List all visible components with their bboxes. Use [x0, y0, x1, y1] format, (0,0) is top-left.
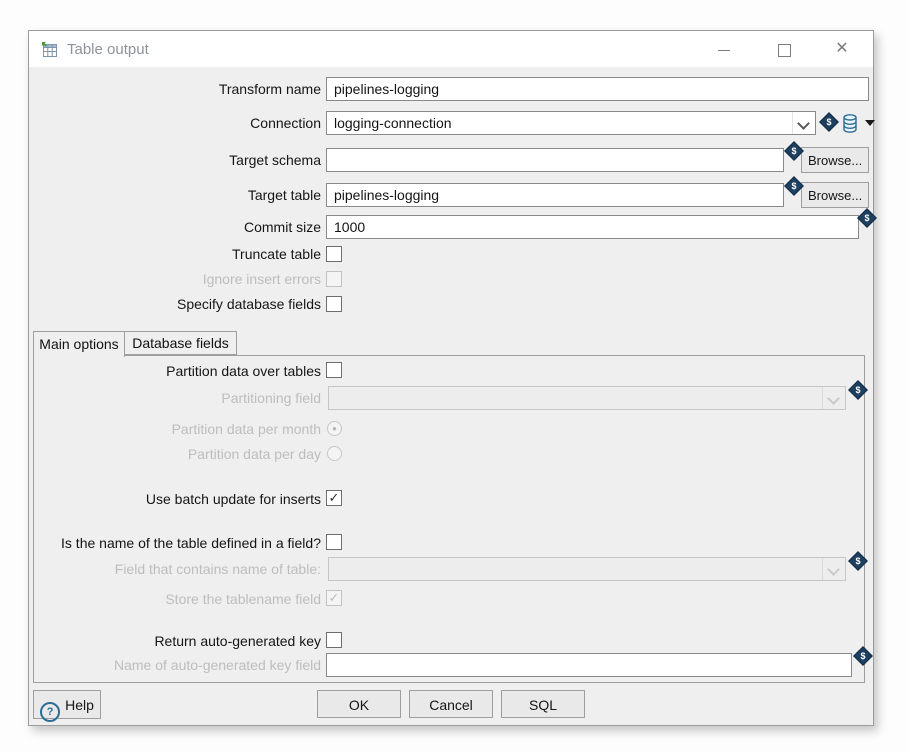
options-tabfolder: Main options Database fields — [33, 331, 865, 683]
variable-icon: $ — [819, 112, 839, 132]
partition-over-tables-checkbox[interactable] — [326, 362, 342, 378]
partitioning-field-label: Partitioning field — [29, 386, 321, 410]
ignore-insert-errors-label: Ignore insert errors — [29, 271, 321, 287]
target-table-label: Target table — [29, 183, 321, 207]
connection-label: Connection — [29, 111, 321, 135]
help-button[interactable]: ?Help — [33, 690, 101, 719]
maximize-icon[interactable] — [767, 31, 801, 67]
sql-button[interactable]: SQL — [501, 690, 585, 718]
transform-name-label: Transform name — [29, 77, 321, 101]
cancel-button[interactable]: Cancel — [409, 690, 493, 718]
batch-update-checkbox[interactable]: ✓ — [326, 490, 342, 506]
specify-database-fields-checkbox[interactable] — [326, 296, 342, 312]
connection-menu-caret-icon[interactable] — [865, 120, 875, 126]
store-tablename-checkbox: ✓ — [326, 590, 342, 606]
screen: Table output ✕ Transform name Connection… — [0, 0, 908, 753]
commit-size-label: Commit size — [29, 215, 321, 239]
help-icon: ? — [40, 702, 60, 722]
table-output-step-icon — [41, 41, 59, 58]
partitioning-field-combobox — [328, 386, 846, 410]
table-name-field-combobox — [328, 557, 846, 581]
auto-key-field-label: Name of auto-generated key field — [29, 653, 321, 677]
partition-per-day-radio — [327, 446, 342, 461]
target-schema-browse-button[interactable]: Browse... — [801, 147, 869, 173]
partition-over-tables-label: Partition data over tables — [29, 363, 321, 379]
batch-update-label: Use batch update for inserts — [29, 491, 321, 507]
connection-value: logging-connection — [334, 112, 791, 134]
return-auto-key-label: Return auto-generated key — [29, 633, 321, 649]
close-icon[interactable]: ✕ — [825, 31, 859, 67]
target-schema-input[interactable] — [326, 148, 784, 172]
partition-per-month-label: Partition data per month — [29, 421, 321, 437]
window-title: Table output — [67, 31, 149, 67]
commit-size-input[interactable] — [326, 215, 859, 239]
auto-key-field-input — [326, 653, 852, 677]
store-tablename-label: Store the tablename field — [29, 591, 321, 607]
variable-icon: $ — [857, 208, 877, 228]
ignore-insert-errors-checkbox — [326, 271, 342, 287]
return-auto-key-checkbox[interactable] — [326, 632, 342, 648]
connection-dropdown-zone[interactable] — [792, 112, 815, 134]
truncate-table-checkbox[interactable] — [326, 246, 342, 262]
truncate-table-label: Truncate table — [29, 246, 321, 262]
target-schema-label: Target schema — [29, 148, 321, 172]
titlebar: Table output ✕ — [29, 31, 873, 67]
target-table-input[interactable] — [326, 183, 784, 207]
connection-combobox[interactable]: logging-connection — [326, 111, 816, 135]
chevron-down-icon — [827, 392, 840, 405]
target-table-browse-button[interactable]: Browse... — [801, 182, 869, 208]
tab-main-options[interactable]: Main options — [33, 331, 125, 357]
transform-name-input[interactable] — [326, 77, 869, 101]
table-name-in-field-checkbox[interactable] — [326, 534, 342, 550]
minimize-icon[interactable] — [707, 31, 741, 67]
database-icon[interactable] — [842, 114, 858, 133]
table-output-dialog: Table output ✕ Transform name Connection… — [28, 30, 874, 726]
table-name-in-field-label: Is the name of the table defined in a fi… — [29, 535, 321, 551]
partition-per-month-radio: ● — [327, 421, 342, 436]
chevron-down-icon — [797, 117, 810, 130]
table-name-field-label: Field that contains name of table: — [29, 557, 321, 581]
tab-database-fields[interactable]: Database fields — [125, 331, 237, 355]
partition-per-day-label: Partition data per day — [29, 446, 321, 462]
chevron-down-icon — [827, 563, 840, 576]
ok-button[interactable]: OK — [317, 690, 401, 718]
specify-database-fields-label: Specify database fields — [29, 296, 321, 312]
